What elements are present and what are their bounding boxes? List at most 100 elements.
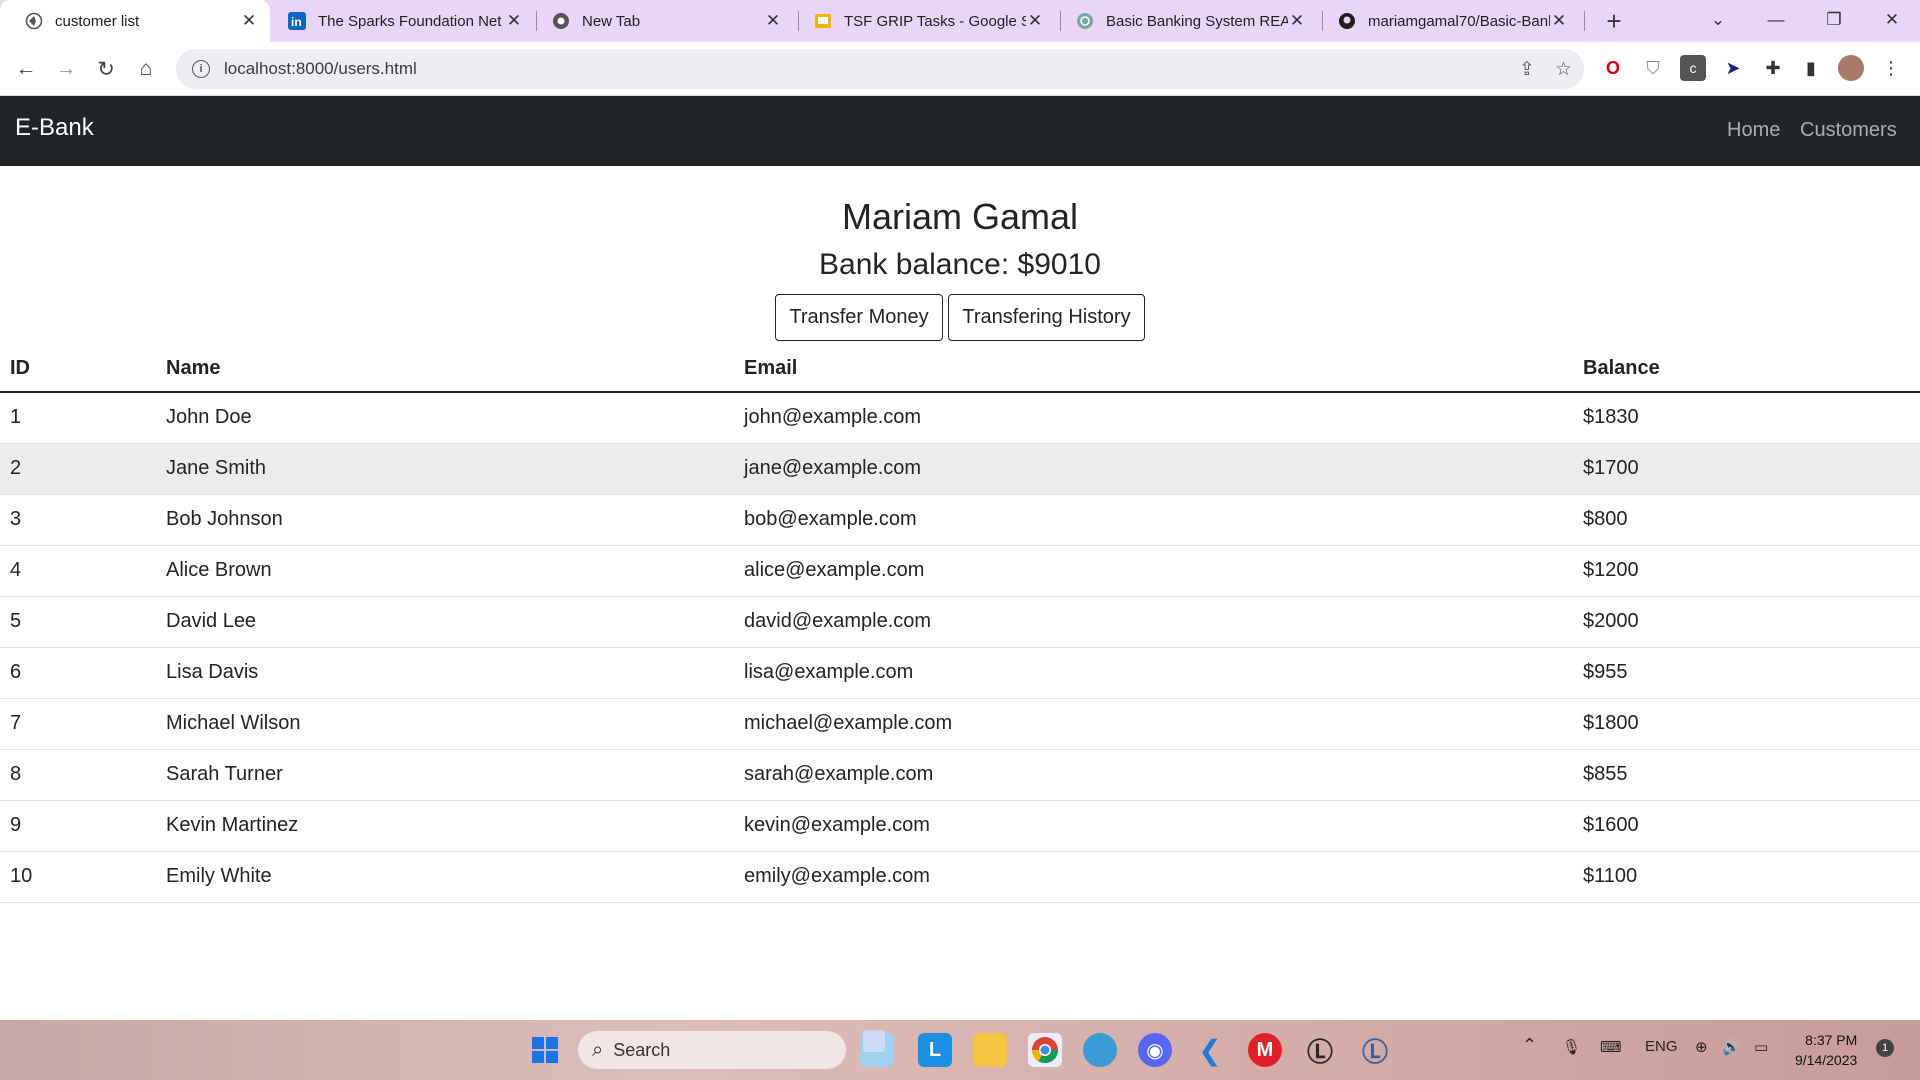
- close-icon[interactable]: ✕: [764, 11, 782, 30]
- battery-icon[interactable]: ▭: [1754, 1038, 1768, 1056]
- cell-name: John Doe: [156, 392, 734, 444]
- cell-id: 1: [0, 392, 156, 444]
- windows-taskbar: ⌕ Search L ◉ ❮ M Ⓛ Ⓛ ⌃ 🎙 ⌨ ENG ⊕ 🔊 ▭ 8:3…: [0, 1020, 1920, 1080]
- microphone-icon[interactable]: 🎙: [1562, 1038, 1581, 1056]
- edge-icon[interactable]: [1083, 1033, 1117, 1067]
- cell-name: Michael Wilson: [156, 698, 734, 750]
- tab-separator: [1060, 11, 1061, 31]
- cell-id: 6: [0, 647, 156, 699]
- transfer-money-button[interactable]: Transfer Money: [775, 294, 943, 341]
- table-row: 5 David Lee david@example.com $2000: [0, 596, 1920, 648]
- tab-github-repo[interactable]: mariamgamal70/Basic-Banl ✕: [1328, 0, 1580, 42]
- cell-name: David Lee: [156, 596, 734, 648]
- cell-balance: $1100: [1573, 851, 1920, 903]
- restore-button[interactable]: ❐: [1806, 0, 1862, 40]
- customer-name-heading: Mariam Gamal: [841, 196, 1079, 237]
- cell-balance: $800: [1573, 494, 1920, 546]
- file-explorer-icon[interactable]: [973, 1033, 1007, 1067]
- cell-name: Bob Johnson: [156, 494, 734, 546]
- share-icon[interactable]: ⇪: [1519, 58, 1535, 81]
- close-icon[interactable]: ✕: [240, 11, 258, 30]
- extension-c-icon[interactable]: c: [1680, 55, 1706, 81]
- side-panel-icon[interactable]: ▮: [1798, 55, 1824, 81]
- brand-logo[interactable]: E-Bank: [15, 114, 94, 142]
- new-tab-button[interactable]: +: [1598, 5, 1630, 37]
- tab-title: customer list: [55, 12, 140, 30]
- opera-icon[interactable]: O: [1600, 55, 1626, 81]
- close-icon[interactable]: ✕: [1288, 11, 1306, 30]
- tab-tsf-grip-tasks[interactable]: TSF GRIP Tasks - Google Sli ✕: [804, 0, 1056, 42]
- customers-table: ID Name Email Balance 1 John Doe john@ex…: [0, 346, 1920, 903]
- windows-start-icon[interactable]: [528, 1033, 562, 1067]
- network-icon[interactable]: ⊕: [1695, 1038, 1708, 1056]
- puzzle-extensions-icon[interactable]: ✚: [1760, 55, 1786, 81]
- tab-sparks-foundation[interactable]: in The Sparks Foundation Net ✕: [280, 0, 535, 42]
- reload-icon[interactable]: ↻: [90, 53, 122, 85]
- tab-new-tab[interactable]: New Tab ✕: [542, 0, 794, 42]
- svg-text:in: in: [291, 15, 302, 29]
- mcafee-icon[interactable]: M: [1248, 1033, 1282, 1067]
- tab-customer-list[interactable]: customer list ✕: [0, 0, 270, 42]
- table-header-row: ID Name Email Balance: [0, 346, 1920, 393]
- taskbar-search[interactable]: ⌕ Search: [578, 1031, 846, 1069]
- minimize-button[interactable]: —: [1748, 0, 1804, 40]
- nav-link-home[interactable]: Home: [1727, 119, 1780, 142]
- globe-icon: [25, 12, 43, 30]
- home-icon[interactable]: ⌂: [130, 53, 162, 85]
- discord-icon[interactable]: ◉: [1138, 1033, 1172, 1067]
- chevron-up-icon[interactable]: ⌃: [1522, 1035, 1537, 1056]
- tab-title: The Sparks Foundation Net: [318, 12, 502, 30]
- avatar[interactable]: [1838, 55, 1864, 81]
- taskbar-clock[interactable]: 8:37 PM 9/14/2023: [1795, 1030, 1857, 1070]
- notification-badge[interactable]: 1: [1876, 1039, 1894, 1057]
- vscode-icon[interactable]: ❮: [1193, 1033, 1227, 1067]
- cell-email: michael@example.com: [734, 698, 1573, 750]
- cell-balance: $1600: [1573, 800, 1920, 852]
- address-bar[interactable]: i localhost:8000/users.html ⇪ ☆: [176, 49, 1584, 89]
- chrome-taskbar-icon[interactable]: [1028, 1033, 1062, 1067]
- tab-title: New Tab: [582, 12, 641, 30]
- close-icon[interactable]: ✕: [1026, 11, 1044, 30]
- l-app-icon[interactable]: L: [918, 1033, 952, 1067]
- tab-title: TSF GRIP Tasks - Google Sli: [844, 12, 1026, 30]
- desktop-icon[interactable]: [863, 1033, 897, 1067]
- cell-name: Kevin Martinez: [156, 800, 734, 852]
- window-close-button[interactable]: ✕: [1864, 0, 1920, 40]
- menu-kebab-icon[interactable]: ⋮: [1878, 55, 1904, 81]
- nav-link-customers[interactable]: Customers: [1800, 119, 1897, 142]
- column-header-name: Name: [156, 346, 734, 393]
- cell-id: 8: [0, 749, 156, 801]
- table-row: 3 Bob Johnson bob@example.com $800: [0, 494, 1920, 546]
- close-icon[interactable]: ✕: [1550, 11, 1568, 30]
- clock-date: 9/14/2023: [1795, 1052, 1858, 1068]
- bookmark-star-icon[interactable]: ☆: [1555, 58, 1572, 81]
- volume-icon[interactable]: 🔊: [1722, 1038, 1741, 1056]
- cell-id: 2: [0, 443, 156, 495]
- cell-email: alice@example.com: [734, 545, 1573, 597]
- cell-email: emily@example.com: [734, 851, 1573, 903]
- close-icon[interactable]: ✕: [505, 11, 523, 30]
- league-game-icon[interactable]: Ⓛ: [1358, 1033, 1392, 1067]
- cursor-extension-icon[interactable]: ➤: [1720, 55, 1746, 81]
- address-url: localhost:8000/users.html: [224, 59, 417, 78]
- cell-balance: $1800: [1573, 698, 1920, 750]
- cell-name: Emily White: [156, 851, 734, 903]
- cell-email: jane@example.com: [734, 443, 1573, 495]
- tab-basic-banking-readme[interactable]: Basic Banking System READ ✕: [1066, 0, 1318, 42]
- keyboard-icon[interactable]: ⌨: [1600, 1038, 1622, 1056]
- table-row: 1 John Doe john@example.com $1830: [0, 392, 1920, 444]
- league-client-icon[interactable]: Ⓛ: [1303, 1033, 1337, 1067]
- table-row: 7 Michael Wilson michael@example.com $18…: [0, 698, 1920, 750]
- table-row: 6 Lisa Davis lisa@example.com $955: [0, 647, 1920, 699]
- transfer-history-button[interactable]: Transfering History: [948, 294, 1145, 341]
- cell-balance: $2000: [1573, 596, 1920, 648]
- back-arrow-icon[interactable]: ←: [10, 53, 42, 85]
- chatgpt-icon: [1076, 12, 1094, 30]
- info-icon[interactable]: i: [192, 60, 210, 78]
- tab-title: Basic Banking System READ: [1106, 12, 1288, 30]
- tab-search-chevron-icon[interactable]: ⌄: [1690, 0, 1746, 40]
- language-indicator[interactable]: ENG: [1645, 1038, 1678, 1055]
- forward-arrow-icon[interactable]: →: [50, 53, 82, 85]
- shield-icon[interactable]: ⛉: [1640, 55, 1666, 81]
- search-icon: ⌕: [592, 1038, 604, 1061]
